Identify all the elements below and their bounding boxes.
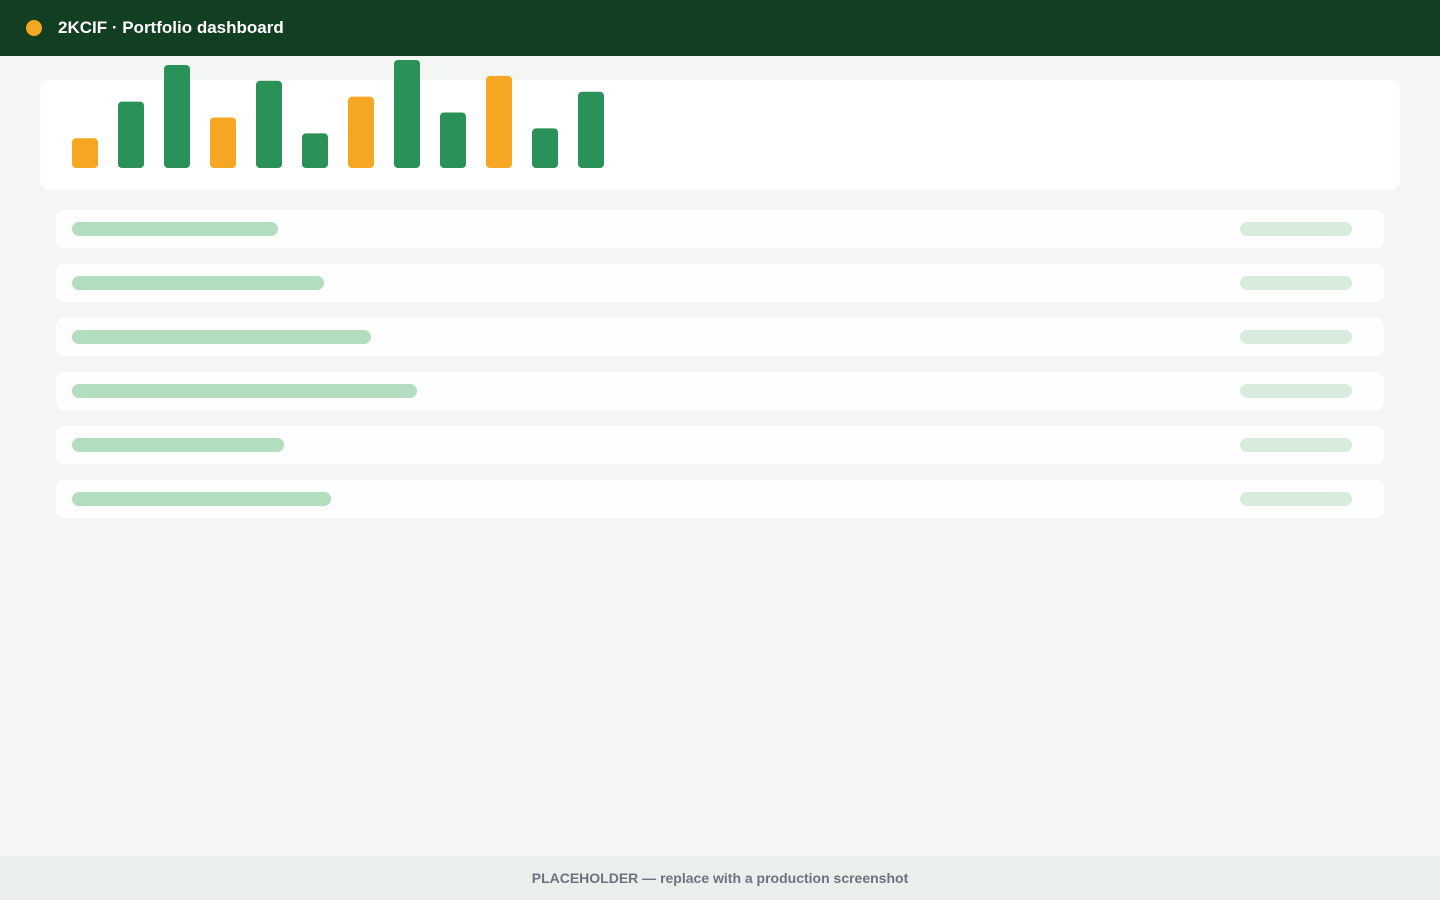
- bar-chart: [72, 59, 604, 169]
- row-value-placeholder: [1240, 330, 1352, 344]
- row-value-placeholder: [1240, 276, 1352, 290]
- row-label-placeholder: [72, 222, 278, 236]
- top-bar: 2KCIF · Portfolio dashboard: [0, 0, 1440, 56]
- row-list: [56, 210, 1384, 534]
- app-title: 2KCIF · Portfolio dashboard: [58, 18, 284, 37]
- chart-bar-4: [210, 117, 236, 168]
- chart-bar-7: [348, 96, 374, 168]
- placeholder-notice: PLACEHOLDER — replace with a production …: [531, 870, 909, 886]
- row-label-placeholder: [72, 276, 324, 290]
- chart-bar-8: [394, 59, 420, 169]
- chart-bar-6: [302, 133, 328, 168]
- row-value-placeholder: [1240, 438, 1352, 452]
- list-item[interactable]: [56, 480, 1384, 518]
- footer: PLACEHOLDER — replace with a production …: [0, 856, 1440, 900]
- status-dot-icon: [26, 20, 42, 36]
- list-item[interactable]: [56, 318, 1384, 356]
- chart-bar-2: [118, 101, 144, 168]
- row-label-placeholder: [72, 438, 284, 452]
- row-value-placeholder: [1240, 384, 1352, 398]
- chart-bar-9: [440, 112, 466, 168]
- row-value-placeholder: [1240, 222, 1352, 236]
- chart-bar-10: [486, 75, 512, 168]
- chart-bar-5: [256, 80, 282, 168]
- list-item[interactable]: [56, 426, 1384, 464]
- row-label-placeholder: [72, 330, 371, 344]
- chart-bar-3: [164, 64, 190, 168]
- chart-bar-1: [72, 138, 98, 168]
- list-item[interactable]: [56, 210, 1384, 248]
- row-value-placeholder: [1240, 492, 1352, 506]
- chart-bar-11: [532, 128, 558, 168]
- row-label-placeholder: [72, 492, 331, 506]
- chart-card: [40, 59, 1400, 190]
- chart-bar-12: [578, 91, 604, 168]
- list-item[interactable]: [56, 264, 1384, 302]
- row-label-placeholder: [72, 384, 417, 398]
- list-item[interactable]: [56, 372, 1384, 410]
